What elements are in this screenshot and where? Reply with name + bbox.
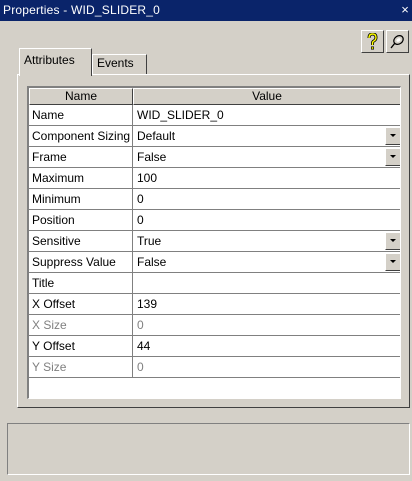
pin-button[interactable] bbox=[386, 30, 409, 53]
property-value[interactable]: 139 bbox=[133, 294, 400, 315]
property-value-text: True bbox=[137, 234, 162, 248]
close-icon: × bbox=[401, 2, 409, 17]
property-value-text: 0 bbox=[137, 192, 144, 206]
property-value-text: 0 bbox=[137, 360, 144, 374]
property-value[interactable]: False bbox=[133, 147, 400, 168]
table-row-frame[interactable]: Frame False bbox=[29, 147, 400, 168]
table-row-component-sizing[interactable]: Component Sizing Default bbox=[29, 126, 400, 147]
property-name: Frame bbox=[29, 147, 133, 168]
close-button[interactable]: × bbox=[398, 3, 412, 17]
property-name: Title bbox=[29, 273, 133, 294]
table-row-suppress-value[interactable]: Suppress Value False bbox=[29, 252, 400, 273]
table-row-title[interactable]: Title bbox=[29, 273, 400, 294]
chevron-down-icon[interactable] bbox=[385, 232, 400, 250]
table-row-maximum[interactable]: Maximum 100 bbox=[29, 168, 400, 189]
property-name: Position bbox=[29, 210, 133, 231]
help-button[interactable] bbox=[361, 30, 384, 53]
chevron-down-icon[interactable] bbox=[385, 127, 400, 145]
property-value: 0 bbox=[133, 357, 400, 378]
property-name: X Offset bbox=[29, 294, 133, 315]
table-row-sensitive[interactable]: Sensitive True bbox=[29, 231, 400, 252]
table-row-x-size: X Size 0 bbox=[29, 315, 400, 336]
property-value-text: 100 bbox=[137, 171, 158, 185]
grid-header: Name Value bbox=[29, 88, 400, 105]
tab-attributes[interactable]: Attributes bbox=[19, 48, 92, 76]
property-value[interactable]: 44 bbox=[133, 336, 400, 357]
help-question-icon bbox=[367, 33, 378, 50]
property-name: Y Size bbox=[29, 357, 133, 378]
property-name: Minimum bbox=[29, 189, 133, 210]
tab-events[interactable]: Events bbox=[92, 54, 147, 74]
property-name: Suppress Value bbox=[29, 252, 133, 273]
pin-icon bbox=[390, 35, 404, 49]
property-name: X Size bbox=[29, 315, 133, 336]
chevron-down-icon[interactable] bbox=[385, 148, 400, 166]
property-value-text: 0 bbox=[137, 213, 144, 227]
property-value-text: Default bbox=[137, 129, 176, 143]
property-value-text: False bbox=[137, 255, 167, 269]
property-value[interactable]: False bbox=[133, 252, 400, 273]
table-row-name[interactable]: Name WID_SLIDER_0 bbox=[29, 105, 400, 126]
property-name: Component Sizing bbox=[29, 126, 133, 147]
table-row-y-size: Y Size 0 bbox=[29, 357, 400, 378]
table-row-position[interactable]: Position 0 bbox=[29, 210, 400, 231]
property-value[interactable]: WID_SLIDER_0 bbox=[133, 105, 400, 126]
property-name: Maximum bbox=[29, 168, 133, 189]
table-row-x-offset[interactable]: X Offset 139 bbox=[29, 294, 400, 315]
property-value[interactable]: 0 bbox=[133, 189, 400, 210]
property-value-text: 139 bbox=[137, 297, 158, 311]
status-bar bbox=[7, 423, 410, 475]
table-row-minimum[interactable]: Minimum 0 bbox=[29, 189, 400, 210]
property-name: Name bbox=[29, 105, 133, 126]
property-name: Sensitive bbox=[29, 231, 133, 252]
title-bar: Properties - WID_SLIDER_0 × bbox=[0, 0, 412, 21]
chevron-down-icon[interactable] bbox=[385, 253, 400, 271]
window-title: Properties - WID_SLIDER_0 bbox=[3, 3, 161, 17]
property-grid: Name Value Name WID_SLIDER_0 Component S… bbox=[27, 86, 401, 399]
table-row-y-offset[interactable]: Y Offset 44 bbox=[29, 336, 400, 357]
tab-attributes-label: Attributes bbox=[24, 53, 75, 67]
column-header-name[interactable]: Name bbox=[29, 88, 133, 105]
property-name: Y Offset bbox=[29, 336, 133, 357]
property-value[interactable]: 100 bbox=[133, 168, 400, 189]
property-value: 0 bbox=[133, 315, 400, 336]
tab-events-label: Events bbox=[97, 56, 134, 70]
property-value[interactable] bbox=[133, 273, 400, 294]
property-value-text: WID_SLIDER_0 bbox=[137, 108, 224, 122]
property-value[interactable]: Default bbox=[133, 126, 400, 147]
property-value[interactable]: True bbox=[133, 231, 400, 252]
column-header-value[interactable]: Value bbox=[133, 88, 400, 105]
property-value-text: 0 bbox=[137, 318, 144, 332]
property-value[interactable]: 0 bbox=[133, 210, 400, 231]
property-value-text: 44 bbox=[137, 339, 151, 353]
property-value-text: False bbox=[137, 150, 167, 164]
